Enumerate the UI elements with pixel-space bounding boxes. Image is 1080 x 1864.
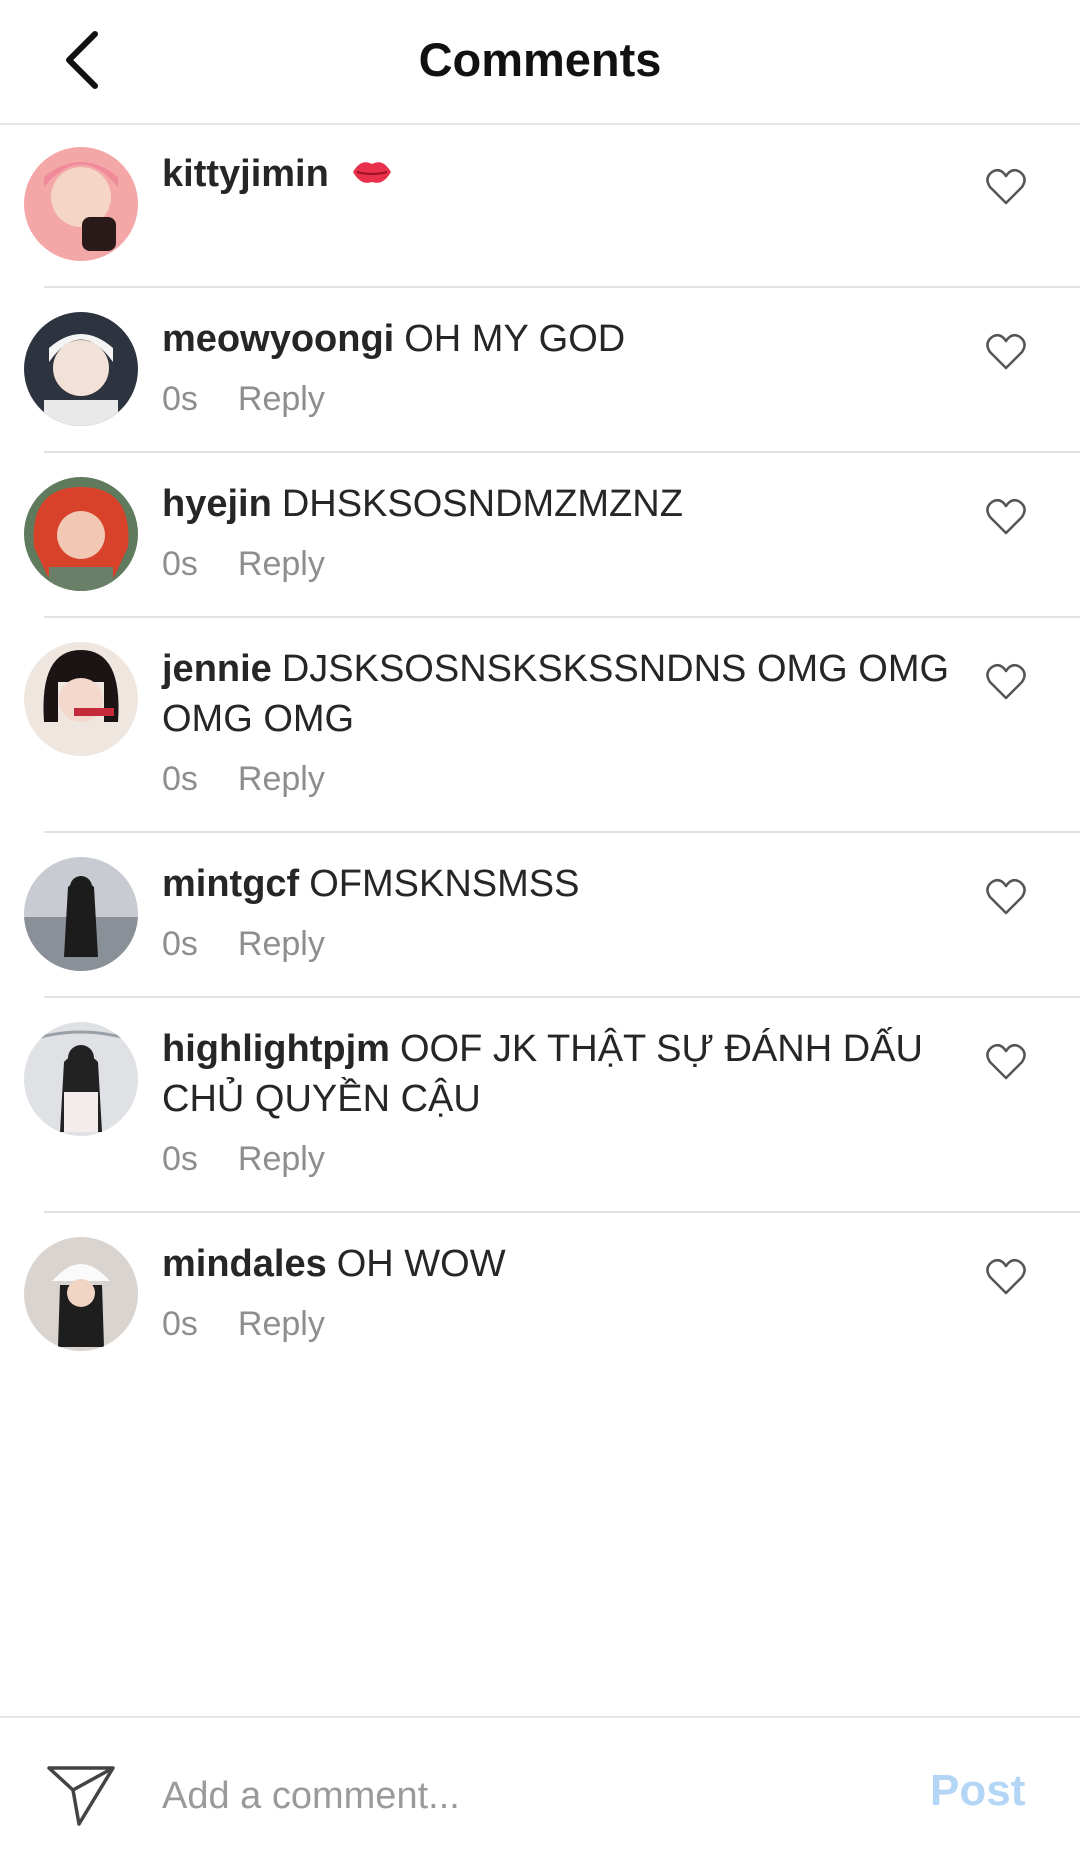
comment-text: hyejin DHSKSOSNDMZMZNZ [162, 479, 962, 529]
heart-icon[interactable] [985, 497, 1027, 537]
comment-body: OH MY GOD [404, 318, 626, 360]
reply-button[interactable]: Reply [238, 545, 325, 583]
comment-item: jennie DJSKSOSNSKSKSSNDNS OMG OMG OMG OMG… [0, 618, 1080, 833]
comment-input[interactable] [160, 1760, 864, 1832]
comment-username[interactable]: hyejin [162, 483, 272, 525]
comment-meta: 0s Reply [162, 925, 325, 964]
avatar[interactable] [24, 1022, 138, 1136]
comment-time: 0s [162, 925, 198, 963]
comment-username[interactable]: mindales [162, 1243, 327, 1285]
heart-icon[interactable] [985, 167, 1027, 207]
comment-meta: 0s Reply [162, 545, 325, 584]
comment-item: highlightpjm OOF JK THẬT SỰ ĐÁNH DẤU CHỦ … [0, 998, 1080, 1213]
avatar[interactable] [24, 642, 138, 756]
comment-text: mintgcf OFMSKNSMSS [162, 859, 962, 909]
reply-button[interactable]: Reply [238, 1305, 325, 1343]
comment-meta: 0s Reply [162, 1305, 325, 1344]
avatar[interactable] [24, 147, 138, 261]
heart-icon[interactable] [985, 877, 1027, 917]
reply-button[interactable]: Reply [238, 1140, 325, 1178]
heart-icon[interactable] [985, 332, 1027, 372]
comment-time: 0s [162, 760, 198, 798]
comment-username[interactable]: meowyoongi [162, 318, 394, 360]
comment-meta: 0s Reply [162, 760, 325, 799]
post-button[interactable]: Post [930, 1766, 1025, 1816]
header: Comments [0, 0, 1080, 125]
comment-body: OFMSKNSMSS [309, 863, 580, 905]
send-icon[interactable] [45, 1762, 117, 1828]
comment-time: 0s [162, 380, 198, 418]
heart-icon[interactable] [985, 662, 1027, 702]
comment-item: mindales OH WOW 0s Reply [0, 1213, 1080, 1378]
comment-item: meowyoongi OH MY GOD 0s Reply [0, 288, 1080, 453]
comment-body: DJSKSOSNSKSKSSNDNS OMG OMG OMG OMG [162, 648, 950, 740]
page-title: Comments [418, 33, 662, 86]
heart-icon[interactable] [985, 1257, 1027, 1297]
reply-button[interactable]: Reply [238, 380, 325, 418]
comment-text: meowyoongi OH MY GOD [162, 314, 962, 364]
avatar[interactable] [24, 857, 138, 971]
comment-item: kittyjimin [0, 123, 1080, 288]
comment-text: mindales OH WOW [162, 1239, 962, 1289]
comment-username[interactable]: mintgcf [162, 863, 299, 905]
comment-text: jennie DJSKSOSNSKSKSSNDNS OMG OMG OMG OMG [162, 644, 962, 744]
comment-item: hyejin DHSKSOSNDMZMZNZ 0s Reply [0, 453, 1080, 618]
comment-composer: Post [0, 1716, 1080, 1864]
comment-text: kittyjimin [162, 149, 962, 199]
comment-time: 0s [162, 1140, 198, 1178]
comment-meta: 0s Reply [162, 1140, 325, 1179]
reply-button[interactable]: Reply [238, 760, 325, 798]
comment-time: 0s [162, 545, 198, 583]
reply-button[interactable]: Reply [238, 925, 325, 963]
avatar[interactable] [24, 1237, 138, 1351]
avatar[interactable] [24, 312, 138, 426]
kiss-mark-icon [353, 162, 392, 183]
comment-time: 0s [162, 1305, 198, 1343]
comment-item: mintgcf OFMSKNSMSS 0s Reply [0, 833, 1080, 998]
comment-body: DHSKSOSNDMZMZNZ [281, 483, 683, 525]
comment-username[interactable]: jennie [162, 648, 272, 690]
comment-username[interactable]: highlightpjm [162, 1028, 390, 1070]
heart-icon[interactable] [985, 1042, 1027, 1082]
comment-body: OH WOW [336, 1243, 506, 1285]
comment-text: highlightpjm OOF JK THẬT SỰ ĐÁNH DẤU CHỦ … [162, 1024, 962, 1124]
comment-username[interactable]: kittyjimin [162, 153, 329, 195]
avatar[interactable] [24, 477, 138, 591]
comment-meta: 0s Reply [162, 380, 325, 419]
